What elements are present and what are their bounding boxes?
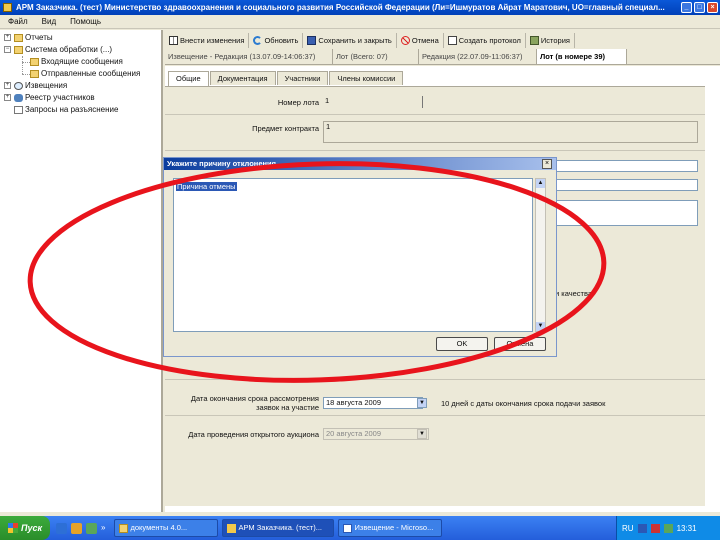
rejection-reason-dialog: Укажите причину отклонения × Причина отм… [163, 157, 557, 357]
tree-expander[interactable]: − [4, 46, 11, 53]
tab-participants[interactable]: Участники [276, 71, 329, 85]
tree-item-registry[interactable]: Реестр участников [14, 92, 95, 103]
create-protocol-button[interactable]: Создать протокол [444, 33, 526, 48]
network-icon[interactable] [637, 523, 647, 533]
lot-number-field[interactable]: 1 [323, 96, 423, 108]
menu-file[interactable]: Файл [8, 17, 28, 26]
field-right-1[interactable] [545, 160, 698, 172]
chevron-down-icon: ▼ [417, 429, 427, 439]
doc-tab-revision[interactable]: Редакция (22.07.09-11:06:37) [419, 49, 537, 64]
task-word-document[interactable]: Извещение - Microso... [337, 519, 442, 537]
dialog-close-button[interactable]: × [542, 159, 552, 169]
deadline-field[interactable]: 18 августа 2009 [323, 397, 423, 409]
search-icon [14, 81, 23, 90]
chevron-down-icon[interactable]: ▼ [417, 398, 427, 408]
navigation-tree: + − + + Отчеты Система обработки (...) В… [0, 30, 163, 512]
document-icon [342, 523, 352, 533]
field-right-3[interactable] [545, 200, 698, 226]
menu-bar: Файл Вид Помощь [0, 15, 720, 29]
tree-expander[interactable]: + [4, 94, 11, 101]
save-close-button[interactable]: Сохранить и закрыть [303, 33, 397, 48]
start-button[interactable]: Пуск [0, 516, 51, 540]
opening-label: Дата проведения открытого аукциона [188, 430, 319, 439]
cancel-icon [400, 36, 410, 45]
language-indicator[interactable]: RU [622, 524, 634, 533]
volume-icon[interactable] [663, 523, 673, 533]
doc-tab-lot[interactable]: Лот (в номере 39) [537, 49, 627, 64]
grid-icon [169, 36, 178, 45]
deadline-note: 10 дней с даты окончания срока подачи за… [441, 399, 606, 408]
tree-item-inbox[interactable]: Входящие сообщения [30, 56, 123, 67]
edit-button[interactable]: Внести изменения [165, 33, 250, 48]
close-button[interactable]: × [707, 2, 718, 13]
tree-item-clarifications[interactable]: Запросы на разъяснение [14, 104, 118, 115]
menu-help[interactable]: Помощь [70, 17, 101, 26]
tree-item-processing[interactable]: Система обработки (...) [14, 44, 112, 55]
section-tabs: Общие Документация Участники Члены комис… [168, 71, 404, 86]
app-icon [226, 523, 236, 533]
dialog-scrollbar[interactable]: ▲ ▼ [535, 178, 546, 332]
tree-item-notices[interactable]: Извещения [14, 80, 67, 91]
people-icon [14, 93, 23, 102]
clock: 13:31 [676, 523, 697, 533]
tree-item-reports[interactable]: Отчеты [14, 32, 53, 43]
scroll-down-icon[interactable]: ▼ [536, 322, 545, 331]
taskbar: Пуск » документы 4.0... АРМ Заказчика. (… [0, 516, 720, 540]
refresh-button[interactable]: Обновить [249, 33, 304, 48]
window-title: АРМ Заказчика. (тест) Министерство здрав… [16, 3, 665, 12]
tab-general[interactable]: Общие [168, 71, 209, 86]
security-icon[interactable] [650, 523, 660, 533]
minimize-button[interactable]: _ [681, 2, 692, 13]
new-document-icon [447, 36, 457, 45]
window-titlebar[interactable]: АРМ Заказчика. (тест) Министерство здрав… [0, 0, 720, 15]
scroll-up-icon[interactable]: ▲ [536, 179, 545, 188]
reason-text: Причина отмены [176, 182, 237, 191]
browser-icon[interactable] [56, 522, 68, 534]
maximize-button[interactable]: □ [694, 2, 705, 13]
deadline-label: Дата окончания срока рассмотрения заявок… [190, 394, 319, 412]
lot-number-label: Номер лота [277, 98, 319, 107]
task-documents[interactable]: документы 4.0... [113, 519, 218, 537]
floppy-icon [307, 36, 317, 45]
menu-view[interactable]: Вид [42, 17, 56, 26]
tree-expander[interactable]: + [4, 34, 11, 41]
refresh-icon [253, 36, 263, 45]
doc-tab-notice[interactable]: Извещение - Редакция (13.07.09-14:06:37) [165, 49, 333, 64]
contract-field[interactable]: 1 [323, 121, 698, 143]
media-icon[interactable] [71, 522, 83, 534]
tab-documentation[interactable]: Документация [209, 71, 276, 85]
system-tray: RU 13:31 [616, 516, 720, 540]
document-icon [14, 105, 23, 114]
tree-expander[interactable]: + [4, 82, 11, 89]
folder-icon [118, 523, 128, 533]
history-button[interactable]: История [526, 33, 575, 48]
task-arm-customer[interactable]: АРМ Заказчика. (тест)... [221, 519, 334, 537]
history-icon [529, 36, 539, 45]
quality-note: и качества [555, 289, 593, 298]
cancel-toolbar-button[interactable]: Отмена [397, 33, 444, 48]
quick-launch-more[interactable]: » [101, 523, 105, 534]
folder-icon [30, 69, 39, 78]
dialog-title: Укажите причину отклонения [164, 158, 556, 170]
reason-textarea[interactable]: Причина отмены [173, 178, 533, 332]
folder-icon [14, 45, 23, 54]
opening-field: 20 августа 2009 [323, 428, 429, 440]
document-tabs: Извещение - Редакция (13.07.09-14:06:37)… [165, 49, 720, 65]
windows-logo-icon [8, 523, 18, 533]
folder-icon [30, 57, 39, 66]
tab-commission[interactable]: Члены комиссии [329, 71, 404, 85]
tree-item-sent[interactable]: Отправленные сообщения [30, 68, 140, 79]
field-right-2[interactable] [545, 179, 698, 191]
contract-label: Предмет контракта [252, 124, 319, 133]
quick-launch: » [50, 522, 111, 534]
folder-icon [14, 33, 23, 42]
app-icon [3, 3, 12, 12]
doc-tab-lots[interactable]: Лот (Всего: 07) [333, 49, 419, 64]
toolbar: Внести изменения Обновить Сохранить и за… [165, 32, 720, 49]
ok-button[interactable]: OK [436, 337, 488, 351]
window-controls: _ □ × [681, 2, 718, 13]
cancel-button[interactable]: Отмена [494, 337, 546, 351]
desktop-icon[interactable] [86, 522, 98, 534]
